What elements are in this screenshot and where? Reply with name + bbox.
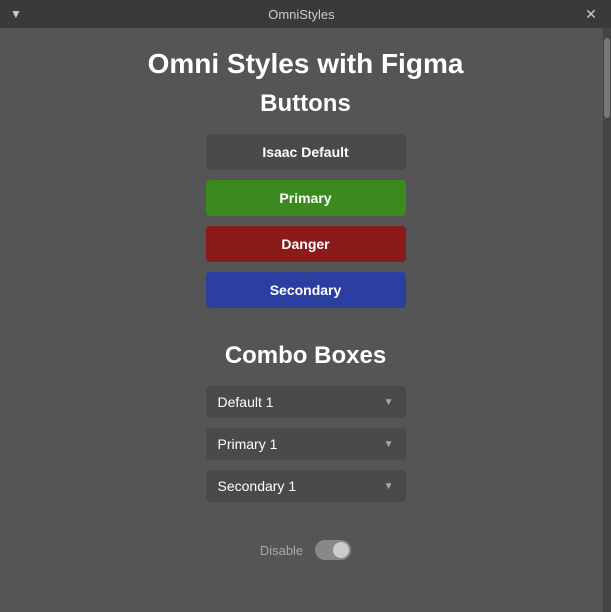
combo-default[interactable]: Default 1 ▼ [206,386,406,418]
combo-section: Combo Boxes Default 1 ▼ Primary 1 ▼ Seco… [0,342,611,512]
buttons-section: Buttons Isaac Default Primary Danger Sec… [0,90,611,318]
main-content: Omni Styles with Figma Buttons Isaac Def… [0,28,611,612]
disable-toggle[interactable] [315,540,351,560]
title-bar: ▼ OmniStyles ✕ [0,0,611,28]
dropdown-icon[interactable]: ▼ [10,7,22,21]
scrollbar-thumb [604,38,610,118]
combo-primary[interactable]: Primary 1 ▼ [206,428,406,460]
disable-label: Disable [260,543,303,558]
title-bar-title: OmniStyles [22,7,581,22]
main-title: Omni Styles with Figma [148,48,464,80]
scrollbar[interactable] [603,28,611,612]
secondary-button[interactable]: Secondary [206,272,406,308]
toggle-knob [333,542,349,558]
title-bar-left: ▼ [10,7,22,21]
combo-default-arrow: ▼ [384,397,394,408]
combo-primary-arrow: ▼ [384,439,394,450]
combo-secondary[interactable]: Secondary 1 ▼ [206,470,406,502]
primary-button[interactable]: Primary [206,180,406,216]
disable-section: Disable [260,540,351,560]
combo-secondary-arrow: ▼ [384,481,394,492]
combo-default-label: Default 1 [218,394,274,410]
danger-button[interactable]: Danger [206,226,406,262]
combo-secondary-label: Secondary 1 [218,478,297,494]
combo-section-title: Combo Boxes [225,342,386,370]
buttons-section-title: Buttons [260,90,351,118]
combo-primary-label: Primary 1 [218,436,278,452]
isaac-default-button[interactable]: Isaac Default [206,134,406,170]
close-icon[interactable]: ✕ [581,6,601,23]
